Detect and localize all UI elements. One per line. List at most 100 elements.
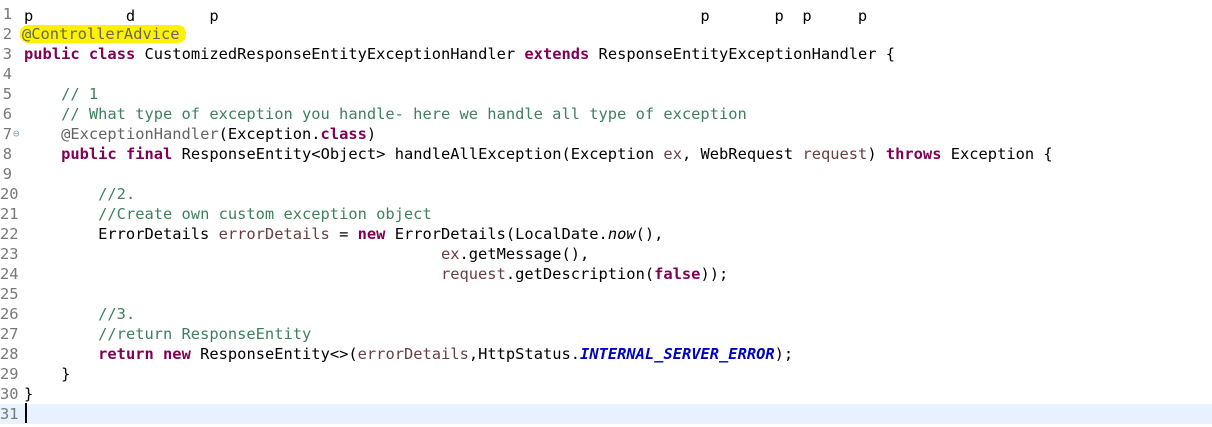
line-number: 5 (2, 85, 12, 103)
code-token: } (24, 385, 34, 403)
code-text: ex.getMessage(), (24, 244, 589, 264)
line-number: 7 (2, 125, 12, 143)
code-line[interactable]: 3 public class CustomizedResponseEntityEx… (0, 44, 1212, 64)
code-line[interactable]: 29 } (0, 364, 1212, 384)
code-line[interactable]: 7 ⊖ @ExceptionHandler(Exception.class) (0, 124, 1212, 144)
code-token: throws (885, 145, 942, 163)
code-line[interactable]: 1 (0, 4, 1212, 24)
line-number: 9 (2, 165, 12, 183)
code-text: request.getDescription(false)); (24, 264, 728, 284)
line-number: 20 (0, 185, 19, 203)
code-token: new (357, 225, 386, 243)
code-token: .getDescription( (505, 265, 655, 283)
code-line[interactable]: 28 return new ResponseEntity<>(errorDeta… (0, 344, 1212, 364)
code-token: ErrorDetails(LocalDate. (385, 225, 608, 243)
line-number: 6 (2, 105, 12, 123)
code-token: extends (524, 45, 590, 63)
fold-collapse-icon[interactable]: ⊖ (13, 124, 20, 144)
code-text: @ControllerAdvice (20, 24, 186, 44)
code-token: public (61, 145, 117, 163)
code-line[interactable]: 27 //return ResponseEntity (0, 324, 1212, 344)
code-token: Exception { (941, 145, 1053, 163)
code-token: (), (635, 225, 664, 243)
line-number: 28 (0, 345, 19, 363)
code-token: new (163, 345, 191, 363)
code-line[interactable]: 25 (0, 284, 1212, 304)
code-line[interactable]: 9 (0, 164, 1212, 184)
line-number: 29 (0, 365, 19, 383)
code-line[interactable]: 24 request.getDescription(false)); (0, 264, 1212, 284)
code-token: ) (366, 125, 377, 143)
code-token: = (329, 225, 358, 243)
code-token: //return ResponseEntity (98, 325, 312, 343)
code-token: ResponseEntity<Object> handleAllExceptio… (172, 145, 664, 163)
code-token: (Exception. (218, 125, 321, 143)
code-token: false (654, 265, 701, 283)
code-text: } (24, 364, 70, 384)
line-number: 8 (2, 145, 12, 163)
code-line[interactable]: 8 public final ResponseEntity<Object> ha… (0, 144, 1212, 164)
code-token: //2. (98, 185, 136, 203)
code-text: ErrorDetails errorDetails = new ErrorDet… (24, 224, 663, 244)
code-line[interactable]: 2 @ControllerAdvice (0, 24, 1212, 44)
code-text: public final ResponseEntity<Object> hand… (24, 144, 1053, 164)
text-caret (25, 403, 27, 423)
code-text: //2. (24, 184, 135, 204)
code-token: // 1 (61, 85, 99, 103)
code-token: // What type of exception you handle- he… (61, 105, 747, 123)
yellow-highlight: @ControllerAdvice (20, 25, 186, 43)
code-line[interactable]: 4 (0, 64, 1212, 84)
line-number: 26 (0, 305, 19, 323)
code-token: class (88, 45, 136, 63)
code-text: } (24, 384, 33, 404)
line-number: 25 (0, 285, 19, 303)
code-token: ex (440, 245, 460, 263)
code-token: final (125, 145, 173, 163)
code-token: request (802, 145, 868, 163)
code-token: errorDetails (357, 345, 469, 363)
code-token: ,HttpStatus. (468, 345, 581, 363)
line-number: 4 (2, 65, 12, 83)
code-token: CustomizedResponseEntityExceptionHandler (135, 45, 525, 63)
code-text: //Create own custom exception object (24, 204, 432, 224)
code-text: //return ResponseEntity (24, 324, 311, 344)
code-line[interactable]: 5 // 1 (0, 84, 1212, 104)
line-number: 31 (0, 405, 19, 423)
line-number: 23 (0, 245, 19, 263)
code-text: // What type of exception you handle- he… (24, 104, 747, 124)
code-token: //3. (98, 305, 136, 323)
code-token: )); (700, 265, 729, 283)
code-line[interactable]: 21 //Create own custom exception object (0, 204, 1212, 224)
code-line[interactable]: 30} (0, 384, 1212, 404)
code-token: return (98, 345, 154, 363)
code-text: return new ResponseEntity<>(errorDetails… (24, 344, 793, 364)
line-number: 30 (0, 385, 19, 403)
code-token: ex (663, 145, 682, 163)
code-token: INTERNAL_SERVER_ERROR (580, 345, 775, 363)
code-token: @ExceptionHandler (61, 125, 219, 143)
code-text: @ExceptionHandler(Exception.class) (24, 124, 376, 144)
code-editor[interactable]: p d p p p p p 1 2 @ControllerAdvice 3 public… (0, 0, 1212, 427)
code-line[interactable]: 26 //3. (0, 304, 1212, 324)
line-number: 24 (0, 265, 19, 283)
code-line[interactable]: 23 ex.getMessage(), (0, 244, 1212, 264)
code-token: , WebRequest (681, 145, 803, 163)
code-token: ResponseEntityExceptionHandler { (589, 45, 896, 63)
code-line[interactable]: 20 //2. (0, 184, 1212, 204)
line-number: 3 (2, 45, 12, 63)
code-line[interactable]: 6 // What type of exception you handle- … (0, 104, 1212, 124)
code-line[interactable]: 22 ErrorDetails errorDetails = new Error… (0, 224, 1212, 244)
code-token: request (440, 265, 506, 283)
code-token: public (24, 45, 80, 63)
code-line[interactable]: 31 (0, 404, 1212, 424)
code-token: //Create own custom exception object (98, 205, 432, 223)
line-number: 21 (0, 205, 19, 223)
